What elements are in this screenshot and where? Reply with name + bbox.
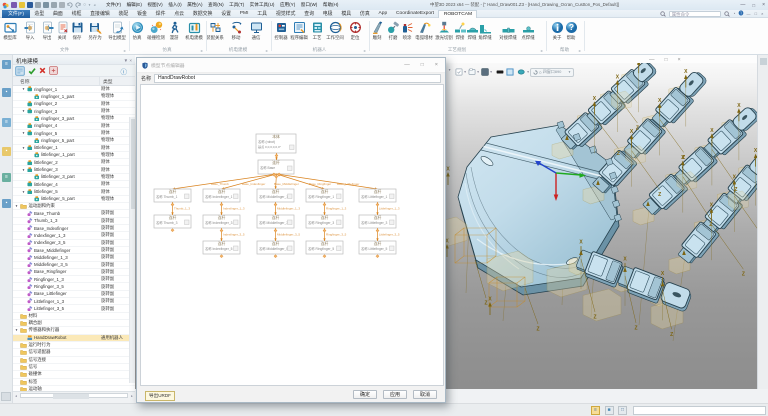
svg-text:Z: Z bbox=[682, 155, 685, 161]
svg-text:Z: Z bbox=[634, 325, 637, 331]
svg-text:Indexfinger_3_5: Indexfinger_3_5 bbox=[223, 233, 245, 237]
svg-text:Z: Z bbox=[636, 126, 639, 132]
svg-text:Indexfinger_1_3: Indexfinger_1_3 bbox=[223, 207, 245, 211]
svg-text:连杆: 连杆 bbox=[169, 189, 177, 194]
svg-text:Z: Z bbox=[617, 151, 620, 157]
svg-text:名称 Middlefinger_5: 名称 Middlefinger_5 bbox=[259, 246, 288, 251]
svg-text:Z: Z bbox=[536, 327, 539, 333]
svg-text:连杆: 连杆 bbox=[374, 241, 382, 246]
svg-text:连杆: 连杆 bbox=[218, 241, 226, 246]
svg-text:名称 Middlefinger_3: 名称 Middlefinger_3 bbox=[259, 220, 288, 225]
svg-text:名称 Base: 名称 Base bbox=[260, 165, 275, 170]
svg-text:连杆: 连杆 bbox=[218, 215, 226, 220]
svg-text:Z: Z bbox=[734, 187, 737, 193]
svg-text:Z: Z bbox=[484, 301, 487, 307]
svg-text:名称 Littlefinger_1: 名称 Littlefinger_1 bbox=[361, 194, 388, 199]
svg-text:名称 Middlefinger_1: 名称 Middlefinger_1 bbox=[259, 194, 288, 199]
svg-text:连杆: 连杆 bbox=[272, 189, 280, 194]
svg-text:连杆: 连杆 bbox=[272, 160, 280, 165]
svg-text:Base_Littlefinger: Base_Littlefinger bbox=[337, 182, 359, 186]
svg-text:连杆: 连杆 bbox=[321, 189, 329, 194]
svg-text:Thumb_1_3: Thumb_1_3 bbox=[174, 207, 190, 211]
svg-text:Base_Indexfinger: Base_Indexfinger bbox=[242, 182, 265, 186]
svg-text:名称 Indexfinger_3: 名称 Indexfinger_3 bbox=[205, 220, 233, 225]
svg-text:名称 Indexfinger_1: 名称 Indexfinger_1 bbox=[205, 194, 233, 199]
svg-text:本体: 本体 bbox=[272, 134, 280, 139]
svg-text:Littlefinger_3_5: Littlefinger_3_5 bbox=[379, 233, 400, 237]
svg-text:Littlefinger_1_3: Littlefinger_1_3 bbox=[379, 207, 400, 211]
svg-text:名称 Thumb_3: 名称 Thumb_3 bbox=[156, 220, 178, 225]
svg-text:Base_Ringfinger: Base_Ringfinger bbox=[309, 182, 331, 186]
svg-text:Middlefinger_1_3: Middlefinger_1_3 bbox=[277, 207, 300, 211]
svg-text:X: X bbox=[710, 128, 714, 134]
svg-text:名称 Ringfinger_1: 名称 Ringfinger_1 bbox=[308, 194, 334, 199]
svg-text:Base_Thumb: Base_Thumb bbox=[211, 182, 229, 186]
svg-text:X: X bbox=[737, 103, 741, 109]
svg-text:连杆: 连杆 bbox=[272, 215, 280, 220]
svg-text:Z: Z bbox=[658, 192, 661, 198]
svg-text:Middlefinger_3_5: Middlefinger_3_5 bbox=[277, 233, 300, 237]
svg-text:名称 Littlefinger_5: 名称 Littlefinger_5 bbox=[361, 246, 388, 251]
svg-text:名称 Littlefinger_3: 名称 Littlefinger_3 bbox=[361, 220, 388, 225]
svg-text:Ringfinger_1_3: Ringfinger_1_3 bbox=[326, 207, 347, 211]
svg-text:名称 Indexfinger_5: 名称 Indexfinger_5 bbox=[205, 246, 233, 251]
svg-text:连杆: 连杆 bbox=[321, 215, 329, 220]
svg-text:Z: Z bbox=[742, 272, 745, 278]
svg-text:?: ? bbox=[568, 22, 573, 32]
svg-text:名称 Thumb_1: 名称 Thumb_1 bbox=[156, 194, 178, 199]
svg-text:X: X bbox=[446, 167, 450, 173]
svg-text:Ringfinger_3_5: Ringfinger_3_5 bbox=[326, 233, 347, 237]
svg-text:连杆: 连杆 bbox=[169, 215, 177, 220]
svg-text:连杆: 连杆 bbox=[374, 189, 382, 194]
svg-text:X: X bbox=[623, 256, 627, 262]
svg-text:名称 (robot): 名称 (robot) bbox=[258, 139, 275, 144]
svg-text:X: X bbox=[593, 96, 597, 102]
svg-text:Base_Middlefinger: Base_Middlefinger bbox=[274, 182, 299, 186]
svg-text:连杆: 连杆 bbox=[321, 241, 329, 246]
svg-text:名称 Ringfinger_5: 名称 Ringfinger_5 bbox=[308, 246, 334, 251]
svg-text:基点 0,0,0,0,0,0°: 基点 0,0,0,0,0,0° bbox=[258, 144, 282, 149]
svg-text:名称 Ringfinger_3: 名称 Ringfinger_3 bbox=[308, 220, 334, 225]
svg-text:连杆: 连杆 bbox=[272, 241, 280, 246]
svg-text:Z: Z bbox=[670, 332, 673, 338]
svg-text:Z: Z bbox=[593, 315, 596, 321]
svg-text:连杆: 连杆 bbox=[374, 215, 382, 220]
svg-text:连杆: 连杆 bbox=[218, 189, 226, 194]
svg-text:X: X bbox=[661, 271, 665, 277]
svg-text:X: X bbox=[488, 297, 492, 303]
